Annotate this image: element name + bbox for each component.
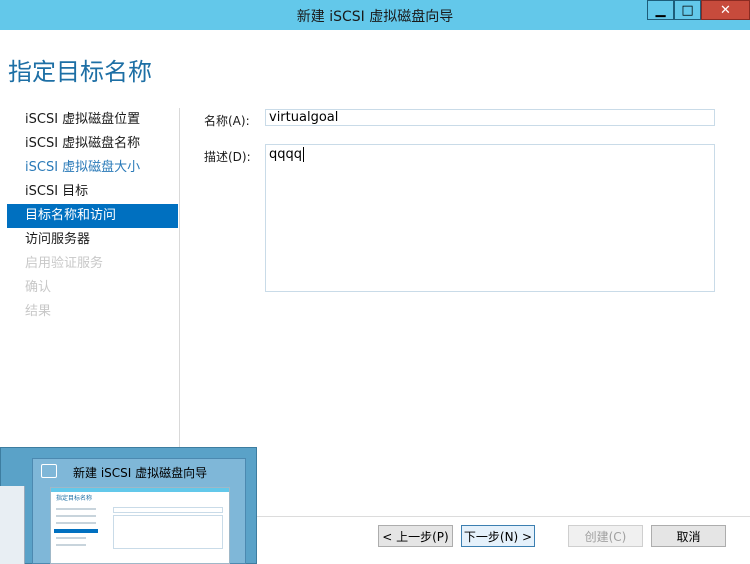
cancel-button[interactable]: 取消: [651, 525, 726, 547]
wizard-app-icon: [41, 464, 57, 478]
close-icon: ✕: [720, 2, 731, 18]
name-input[interactable]: virtualgoal: [265, 109, 715, 126]
mini-nav-line: [56, 508, 96, 510]
mini-nav-line: [56, 537, 86, 539]
maximize-button[interactable]: □: [674, 0, 701, 20]
minimize-button[interactable]: ▁: [647, 0, 674, 20]
mini-nav-line: [56, 522, 96, 524]
previous-button[interactable]: < 上一步(P): [378, 525, 453, 547]
nav-item-disk-size[interactable]: iSCSI 虚拟磁盘大小: [7, 156, 178, 180]
mini-nav-active: [54, 529, 98, 533]
thumbnail-mini-window: 指定目标名称: [50, 487, 230, 564]
nav-item-enable-auth: 启用验证服务: [25, 256, 104, 271]
page-title: 指定目标名称: [8, 58, 152, 86]
description-text: qqqq: [269, 147, 303, 162]
nav-item-confirm: 确认: [25, 280, 52, 295]
nav-item-disk-name[interactable]: iSCSI 虚拟磁盘名称: [7, 132, 178, 156]
mini-nav-line: [56, 544, 86, 546]
create-button: 创建(C): [568, 525, 643, 547]
mini-name-input: [113, 507, 223, 513]
thumbnail-edge-window[interactable]: [0, 486, 25, 564]
mini-nav-line: [56, 515, 96, 517]
name-label: 名称(A):: [204, 114, 250, 128]
nav-item-results: 结果: [25, 304, 52, 319]
nav-item-access-servers[interactable]: 访问服务器: [7, 228, 178, 252]
nav-item-target-name-access[interactable]: 目标名称和访问: [7, 204, 178, 228]
nav-item-disk-location[interactable]: iSCSI 虚拟磁盘位置: [7, 108, 178, 132]
title-bar[interactable]: 新建 iSCSI 虚拟磁盘向导 ▁ □ ✕: [0, 0, 750, 30]
thumbnail-title: 新建 iSCSI 虚拟磁盘向导: [73, 466, 208, 480]
description-label: 描述(D):: [204, 150, 251, 164]
wizard-steps-nav: iSCSI 虚拟磁盘位置 iSCSI 虚拟磁盘名称 iSCSI 虚拟磁盘大小 i…: [7, 108, 178, 324]
minimize-icon: ▁: [655, 2, 666, 18]
mini-heading: 指定目标名称: [56, 495, 93, 502]
maximize-icon: □: [681, 2, 694, 18]
next-button[interactable]: 下一步(N) >: [461, 525, 535, 547]
wizard-window: 新建 iSCSI 虚拟磁盘向导 ▁ □ ✕ 指定目标名称 iSCSI 虚拟磁盘位…: [0, 0, 750, 564]
nav-item-iscsi-target[interactable]: iSCSI 目标: [7, 180, 178, 204]
window-title: 新建 iSCSI 虚拟磁盘向导: [296, 9, 454, 25]
footer-divider: [180, 516, 750, 517]
description-textarea[interactable]: qqqq: [265, 144, 715, 292]
mini-title-bar: [51, 488, 229, 492]
close-button[interactable]: ✕: [701, 0, 750, 20]
text-cursor: [303, 147, 305, 162]
mini-desc-input: [113, 515, 223, 549]
